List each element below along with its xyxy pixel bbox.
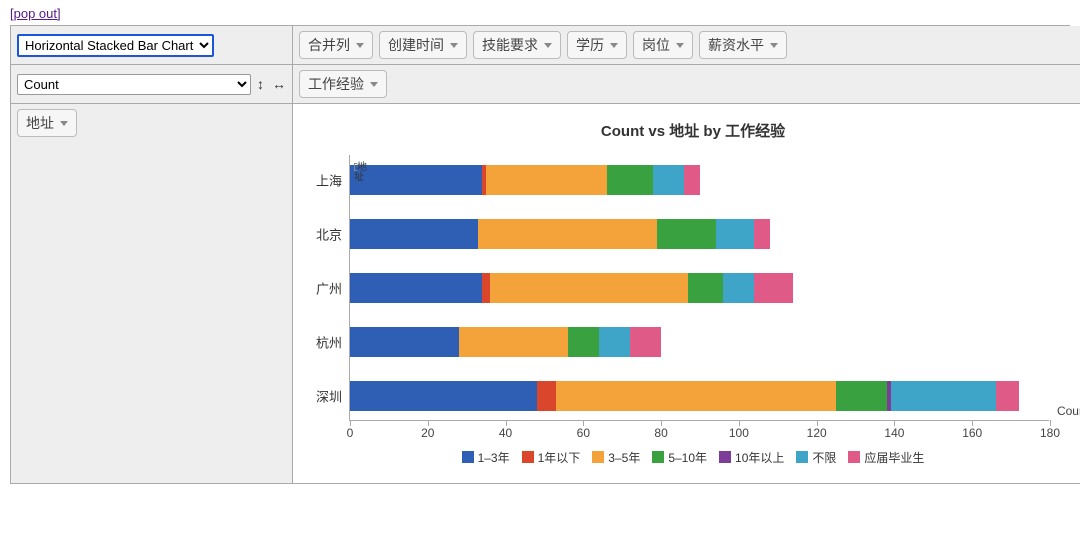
x-tick-label: 80 [654, 426, 667, 440]
bar-segment [754, 273, 793, 303]
y-tick-label: 杭州 [316, 333, 342, 352]
bar-segment [688, 273, 723, 303]
y-tick-label: 北京 [316, 225, 342, 244]
y-tick-label: 深圳 [316, 387, 342, 406]
chevron-down-icon [60, 121, 68, 126]
y-tick-label: 广州 [316, 279, 342, 298]
legend-item: 5–10年 [652, 449, 707, 466]
bar-segment [482, 273, 490, 303]
bar-row [350, 219, 770, 249]
bar-segment [568, 327, 599, 357]
x-tick-label: 20 [421, 426, 434, 440]
pop-out-link[interactable]: [pop out] [10, 6, 61, 21]
bar-segment [723, 273, 754, 303]
legend-swatch [652, 451, 664, 463]
legend-item: 应届毕业生 [848, 449, 924, 466]
x-tick-label: 60 [577, 426, 590, 440]
bar-segment [754, 219, 770, 249]
legend-swatch [796, 451, 808, 463]
bar-segment [537, 381, 556, 411]
legend-swatch [462, 451, 474, 463]
bar-segment [630, 327, 661, 357]
bar-annotation: 地址 [354, 163, 367, 183]
bar-segment [486, 165, 607, 195]
sort-vertical-icon[interactable]: ↕ [257, 76, 264, 92]
bar-segment [459, 327, 568, 357]
chart-panel: Count vs 地址 by 工作经验 Count 上海北京广州杭州深圳地址02… [293, 104, 1080, 484]
chevron-down-icon [450, 43, 458, 48]
x-tick-label: 120 [807, 426, 827, 440]
legend-swatch [719, 451, 731, 463]
chart-type-cell: Horizontal Stacked Bar Chart [10, 26, 293, 65]
legend-item: 不限 [796, 449, 836, 466]
chevron-down-icon [356, 43, 364, 48]
x-tick-label: 40 [499, 426, 512, 440]
x-tick-label: 0 [347, 426, 354, 440]
chevron-down-icon [370, 82, 378, 87]
bar-segment [599, 327, 630, 357]
bar-segment [836, 381, 887, 411]
bar-segment [996, 381, 1019, 411]
bar-row [350, 273, 793, 303]
legend-item: 1–3年 [462, 449, 510, 466]
x-tick-label: 180 [1040, 426, 1060, 440]
bar-segment [684, 165, 700, 195]
bar-row [350, 381, 1019, 411]
x-axis-label: Count [1057, 404, 1080, 418]
chart-plot: Count 上海北京广州杭州深圳地址0204060801001201401601… [349, 155, 1049, 421]
chevron-down-icon [770, 43, 778, 48]
legend-swatch [592, 451, 604, 463]
bar-segment [657, 219, 715, 249]
filter-pill[interactable]: 创建时间 [379, 31, 467, 59]
bar-segment [891, 381, 996, 411]
chevron-down-icon [544, 43, 552, 48]
bar-segment [607, 165, 654, 195]
bar-row [350, 165, 700, 195]
bar-segment [350, 219, 478, 249]
aggregator-cell: Count ↕ ↔ [10, 65, 293, 104]
bar-segment [350, 165, 482, 195]
sort-horizontal-icon[interactable]: ↔ [272, 76, 286, 92]
bar-segment [490, 273, 688, 303]
bar-row [350, 327, 661, 357]
x-tick-label: 160 [962, 426, 982, 440]
bar-segment [478, 219, 657, 249]
filter-pill[interactable]: 岗位 [633, 31, 693, 59]
legend-item: 1年以下 [522, 449, 581, 466]
bar-segment [556, 381, 836, 411]
filter-pill[interactable]: 薪资水平 [699, 31, 787, 59]
top-filter-bar: 合并列创建时间技能要求学历岗位薪资水平 [293, 26, 1080, 65]
chart-legend: 1–3年 1年以下 3–5年 5–10年 10年以上不限应届毕业生 [301, 449, 1080, 466]
bar-segment [653, 165, 684, 195]
chart-type-select[interactable]: Horizontal Stacked Bar Chart [17, 34, 214, 57]
filter-pill[interactable]: 学历 [567, 31, 627, 59]
chevron-down-icon [676, 43, 684, 48]
bar-segment [350, 327, 459, 357]
x-tick-label: 140 [884, 426, 904, 440]
row-field-cell: 地址 [10, 104, 293, 484]
filter-pill[interactable]: 合并列 [299, 31, 373, 59]
row-field-pill[interactable]: 地址 [17, 109, 77, 137]
x-tick-label: 100 [729, 426, 749, 440]
y-tick-label: 上海 [316, 171, 342, 190]
aggregator-select[interactable]: Count [17, 74, 251, 95]
bar-segment [716, 219, 755, 249]
bar-segment [350, 273, 482, 303]
chevron-down-icon [610, 43, 618, 48]
col-field-pill[interactable]: 工作经验 [299, 70, 387, 98]
legend-swatch [848, 451, 860, 463]
legend-item: 3–5年 [592, 449, 640, 466]
bar-segment [350, 381, 537, 411]
col-field-cell: 工作经验 [293, 65, 1080, 104]
legend-swatch [522, 451, 534, 463]
filter-pill[interactable]: 技能要求 [473, 31, 561, 59]
legend-item: 10年以上 [719, 449, 784, 466]
chart-title: Count vs 地址 by 工作经验 [301, 120, 1080, 141]
